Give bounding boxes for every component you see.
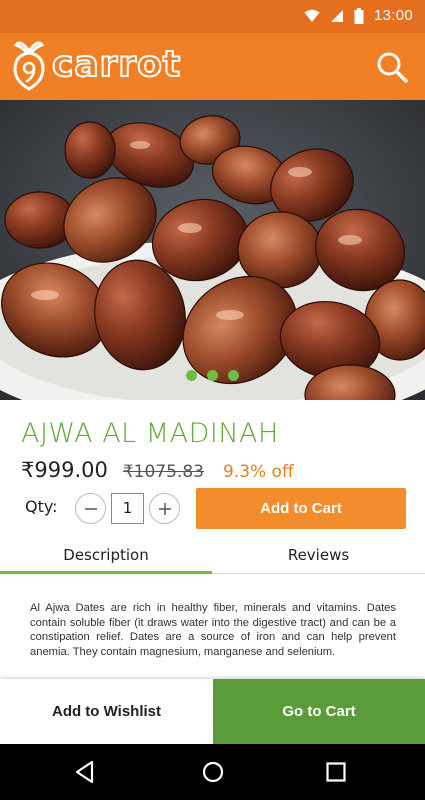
product-tabs: Description Reviews [0,540,425,574]
status-bar: 13:00 [0,0,425,33]
qty-decrement-button[interactable] [75,493,106,524]
plus-icon [158,502,171,515]
carousel-dot[interactable] [228,370,239,381]
qty-label: Qty: [25,497,58,516]
wifi-icon [304,9,320,22]
home-icon[interactable] [200,759,226,785]
qty-increment-button[interactable] [149,493,180,524]
battery-icon [354,7,364,24]
discount-badge: 9.3% off [222,462,294,482]
tab-description[interactable]: Description [0,546,212,564]
minus-icon [84,507,97,510]
add-to-cart-button[interactable]: Add to Cart [196,488,406,529]
status-time: 13:00 [373,7,413,24]
app-logo[interactable]: carrot [12,39,181,91]
carousel-dot[interactable] [186,370,197,381]
product-title: AJWA AL MADINAH [21,418,279,449]
back-icon[interactable] [72,759,98,785]
add-to-wishlist-button[interactable]: Add to Wishlist [0,679,213,744]
search-icon[interactable] [375,50,409,84]
go-to-cart-button[interactable]: Go to Cart [213,679,425,744]
tab-indicator [0,571,212,574]
qty-input[interactable]: 1 [111,493,144,524]
product-image [0,100,425,400]
tab-reviews[interactable]: Reviews [212,546,425,564]
carousel-dot[interactable] [207,370,218,381]
carousel-indicator [0,370,425,381]
product-price: ₹999.00 [21,458,108,482]
product-description: Al Ajwa Dates are rich in healthy fiber,… [30,602,396,658]
bottom-action-bar: Add to Wishlist Go to Cart [0,679,425,744]
logo-text: carrot [51,43,182,86]
recents-icon[interactable] [323,759,349,785]
carrot-logo-icon [13,41,45,91]
signal-icon [330,9,343,22]
price-row: ₹999.00 ₹1075.83 9.3% off [21,458,294,482]
system-nav-bar [0,744,425,800]
app-bar: carrot [0,33,425,100]
product-mrp: ₹1075.83 [122,462,204,482]
product-image-carousel[interactable] [0,100,425,400]
